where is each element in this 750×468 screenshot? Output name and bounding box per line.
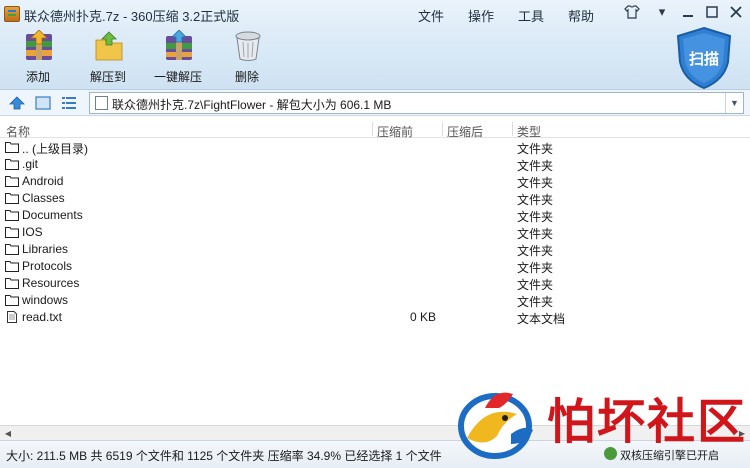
scan-label: 扫描 — [689, 50, 719, 68]
scroll-right-icon[interactable]: ▶ — [736, 428, 748, 439]
item-name: Documents — [22, 208, 83, 222]
menu-dropdown-icon[interactable]: ▾ — [654, 4, 670, 20]
horizontal-scrollbar[interactable]: ◀ ▶ — [0, 425, 750, 440]
item-type: 文件夹 — [517, 176, 554, 190]
close-icon[interactable] — [728, 4, 744, 20]
menu-file[interactable]: 文件 — [418, 6, 444, 25]
scan-button[interactable]: 扫描 — [672, 26, 736, 90]
folder-icon — [5, 261, 19, 272]
archive-path-icon — [95, 96, 108, 110]
folder-icon — [5, 295, 19, 306]
list-item[interactable]: IOS 文件夹 — [0, 224, 750, 241]
list-item[interactable]: windows 文件夹 — [0, 292, 750, 309]
one-click-extract-button[interactable]: 一键解压 — [143, 29, 213, 86]
column-divider[interactable] — [372, 122, 373, 136]
list-item[interactable]: Android 文件夹 — [0, 173, 750, 190]
column-type[interactable]: 类型 — [517, 123, 541, 140]
engine-status: 双核压缩引擎已开启 — [620, 450, 719, 462]
folder-icon — [5, 193, 19, 204]
list-item[interactable]: .git 文件夹 — [0, 156, 750, 173]
address-row: 联众德州扑克.7z\FightFlower - 解包大小为 606.1 MB ▼ — [0, 90, 750, 116]
column-after[interactable]: 压缩后 — [447, 123, 483, 140]
folder-icon — [5, 142, 19, 153]
folder-icon — [5, 159, 19, 170]
item-type: 文件夹 — [517, 278, 554, 292]
item-name: windows — [22, 293, 69, 307]
folder-icon — [5, 210, 19, 221]
scroll-left-icon[interactable]: ◀ — [2, 428, 14, 439]
skin-icon[interactable] — [624, 4, 640, 20]
column-divider[interactable] — [442, 122, 443, 136]
delete-button-label: 删除 — [234, 70, 259, 84]
trash-icon — [233, 30, 263, 62]
delete-button[interactable]: 删除 — [212, 30, 282, 86]
status-bar: 大小: 211.5 MB 共 6519 个文件和 1125 个文件夹 压缩率 3… — [0, 440, 750, 468]
item-name: IOS — [22, 225, 43, 239]
item-name: read.txt — [22, 310, 63, 324]
dual-core-engine-icon — [604, 447, 617, 460]
menu-operation[interactable]: 操作 — [468, 6, 494, 25]
item-type: 文件夹 — [517, 193, 554, 207]
item-type: 文件夹 — [517, 227, 554, 241]
list-item[interactable]: read.txt 0 KB 文本文档 — [0, 309, 750, 326]
list-item[interactable]: Classes 文件夹 — [0, 190, 750, 207]
add-button-label: 添加 — [25, 70, 50, 84]
list-header: 名称 压缩前 压缩后 类型 — [0, 120, 750, 140]
folder-icon — [5, 244, 19, 255]
add-archive-icon — [24, 29, 54, 62]
item-name: Android — [22, 174, 64, 188]
item-type: 文件夹 — [517, 244, 554, 258]
list-item[interactable]: .. (上级目录) 文件夹 — [0, 139, 750, 156]
title-bar: 联众德州扑克.7z - 360压缩 3.2正式版 文件 操作 工具 帮助 ▾ — [0, 0, 750, 28]
one-click-extract-label: 一键解压 — [153, 70, 202, 84]
maximize-icon[interactable] — [704, 4, 720, 20]
item-name: .git — [22, 157, 39, 171]
list-item[interactable]: Libraries 文件夹 — [0, 241, 750, 258]
menu-tools[interactable]: 工具 — [518, 6, 544, 25]
column-name[interactable]: 名称 — [6, 123, 30, 140]
item-name: .. (上级目录) — [22, 142, 88, 156]
file-list: .. (上级目录) 文件夹 .git 文件夹 Android 文件夹 Class… — [0, 139, 750, 425]
item-name: Classes — [22, 191, 65, 205]
item-type: 文件夹 — [517, 210, 554, 224]
item-type: 文件夹 — [517, 142, 554, 156]
status-summary: 大小: 211.5 MB 共 6519 个文件和 1125 个文件夹 压缩率 3… — [6, 449, 442, 463]
extract-folder-icon — [94, 30, 124, 62]
column-before[interactable]: 压缩前 — [377, 123, 413, 140]
address-dropdown-icon[interactable]: ▼ — [725, 93, 743, 113]
folder-icon — [5, 278, 19, 289]
address-path: 联众德州扑克.7z\FightFlower - 解包大小为 606.1 MB — [112, 98, 392, 112]
item-name: Resources — [22, 276, 80, 290]
up-level-icon[interactable] — [8, 94, 26, 112]
list-item[interactable]: Protocols 文件夹 — [0, 258, 750, 275]
item-name: Libraries — [22, 242, 69, 256]
menu-help[interactable]: 帮助 — [568, 6, 594, 25]
list-view-icon[interactable] — [60, 94, 78, 112]
item-type: 文件夹 — [517, 261, 554, 275]
toolbar-area: 联众德州扑克.7z - 360压缩 3.2正式版 文件 操作 工具 帮助 ▾ 添… — [0, 0, 750, 90]
extract-to-label: 解压到 — [89, 70, 126, 84]
extract-to-button[interactable]: 解压到 — [73, 30, 143, 86]
thumbnail-view-icon[interactable] — [34, 94, 52, 112]
app-icon — [4, 6, 20, 22]
text-file-icon — [7, 311, 17, 323]
column-divider[interactable] — [512, 122, 513, 136]
window-title: 联众德州扑克.7z - 360压缩 3.2正式版 — [24, 9, 240, 24]
folder-icon — [5, 176, 19, 187]
folder-icon — [5, 227, 19, 238]
minimize-icon[interactable] — [680, 4, 696, 20]
item-type: 文本文档 — [517, 312, 566, 326]
item-type: 文件夹 — [517, 159, 554, 173]
one-click-extract-icon — [164, 29, 194, 62]
address-bar[interactable]: 联众德州扑克.7z\FightFlower - 解包大小为 606.1 MB ▼ — [89, 92, 744, 114]
add-button[interactable]: 添加 — [3, 29, 73, 86]
list-item[interactable]: Resources 文件夹 — [0, 275, 750, 292]
item-type: 文件夹 — [517, 295, 554, 309]
item-name: Protocols — [22, 259, 73, 273]
item-size: 0 KB — [409, 310, 436, 324]
list-item[interactable]: Documents 文件夹 — [0, 207, 750, 224]
